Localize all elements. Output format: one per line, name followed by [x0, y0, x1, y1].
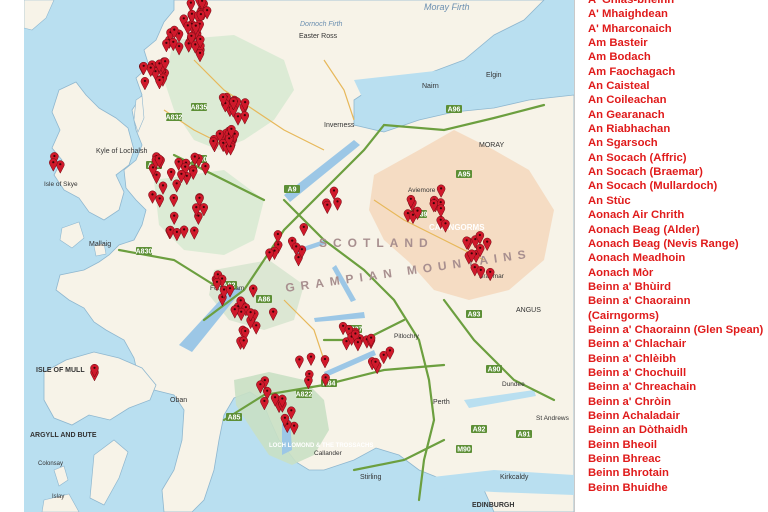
label-islay: Islay — [52, 494, 64, 500]
svg-text:A830: A830 — [136, 249, 153, 256]
munro-link[interactable]: Beinn Bhreac — [584, 452, 764, 466]
munro-link[interactable]: Aonach Air Chrith — [584, 208, 764, 222]
label-st-andrews: St Andrews — [536, 415, 570, 422]
label-kyle: Kyle of Lochalsh — [96, 148, 147, 155]
label-inverness: Inverness — [324, 122, 355, 129]
munro-link[interactable]: Am Bodach — [584, 50, 764, 64]
munro-list: A' Ghlas-bheinn A' Mhaighdean A' Mharconai… — [584, 0, 764, 495]
label-mull: ISLE OF MULL — [36, 367, 85, 374]
label-stirling: Stirling — [360, 474, 382, 481]
label-kirkcaldy: Kirkcaldy — [500, 474, 529, 481]
munro-link[interactable]: A' Mharconaich — [584, 22, 764, 36]
road-number: A822 — [296, 390, 313, 399]
label-nairn: Nairn — [422, 83, 439, 90]
munro-link[interactable]: An Caisteal — [584, 79, 764, 93]
munro-link[interactable]: Beinn a' Chreachain — [584, 380, 764, 394]
road-number: A90 — [486, 365, 502, 374]
svg-text:A822: A822 — [296, 392, 313, 399]
munro-link[interactable]: An Sgarsoch — [584, 136, 764, 150]
label-dundee: Dundee — [502, 381, 525, 388]
munro-link[interactable]: Beinn a' Chaorainn (Cairngorms) — [584, 294, 764, 323]
label-elgin: Elgin — [486, 72, 502, 79]
munro-link[interactable]: Beinn a' Chochuill — [584, 366, 764, 380]
munro-link[interactable]: Beinn Bhuidhe — [584, 481, 764, 495]
svg-text:M90: M90 — [457, 447, 471, 454]
label-easter-ross: Easter Ross — [299, 33, 338, 40]
label-argyll: ARGYLL AND BUTE — [30, 432, 97, 439]
label-moray: MORAY — [479, 142, 504, 149]
svg-text:A9: A9 — [288, 187, 297, 194]
munro-link[interactable]: Am Basteir — [584, 36, 764, 50]
munro-link[interactable]: An Riabhachan — [584, 122, 764, 136]
map-canvas[interactable]: SCOTLAND GRAMPIAN MOUNTAINS Kyle of Loch… — [24, 0, 574, 512]
svg-text:A86: A86 — [258, 297, 271, 304]
munro-link[interactable]: Beinn a' Chlèibh — [584, 352, 764, 366]
munro-link[interactable]: A' Mhaighdean — [584, 7, 764, 21]
svg-text:A832: A832 — [166, 115, 183, 122]
munro-link[interactable]: An Socach (Mullardoch) — [584, 179, 764, 193]
road-number: A86 — [256, 295, 272, 304]
munro-link[interactable]: A' Ghlas-bheinn — [584, 0, 764, 7]
label-cairngorms: CAIRNGORMS — [429, 223, 485, 232]
road-number: M90 — [456, 445, 472, 454]
road-number: A9 — [284, 185, 300, 194]
munro-link[interactable]: Aonach Beag (Alder) — [584, 223, 764, 237]
map-panel[interactable]: SCOTLAND GRAMPIAN MOUNTAINS Kyle of Loch… — [24, 0, 575, 512]
svg-text:A91: A91 — [518, 432, 531, 439]
road-number: A830 — [136, 247, 153, 256]
road-number: A85 — [226, 413, 242, 422]
label-dornoch: Dornoch Firth — [300, 21, 343, 28]
munro-link[interactable]: Beinn a' Chaorainn (Glen Spean) — [584, 323, 764, 337]
munro-link[interactable]: An Stùc — [584, 194, 764, 208]
label-skye: Isle of Skye — [44, 181, 78, 188]
label-oban: Oban — [170, 397, 187, 404]
munro-link[interactable]: Beinn a' Chlachair — [584, 337, 764, 351]
road-number: A832 — [166, 113, 183, 122]
road-number: A835 — [191, 103, 208, 112]
munro-link[interactable]: An Coileachan — [584, 93, 764, 107]
munro-link[interactable]: Beinn Achaladair — [584, 409, 764, 423]
label-edinburgh: EDINBURGH — [472, 502, 514, 509]
label-mallaig: Mallaig — [89, 241, 111, 248]
munro-link[interactable]: Beinn Bhrotain — [584, 466, 764, 480]
svg-text:A95: A95 — [458, 172, 471, 179]
label-trossachs: LOCH LOMOND & THE TROSSACHS — [269, 443, 373, 449]
munro-link[interactable]: An Gearanach — [584, 108, 764, 122]
munro-sidebar[interactable]: A' Ghlas-bheinn A' Mhaighdean A' Mharconai… — [584, 0, 764, 512]
munro-link[interactable]: Beinn Bheoil — [584, 438, 764, 452]
munro-link[interactable]: An Socach (Affric) — [584, 151, 764, 165]
label-perth: Perth — [433, 399, 450, 406]
road-number: A92 — [471, 425, 487, 434]
label-angus: ANGUS — [516, 307, 541, 314]
munro-link[interactable]: Beinn a' Chròin — [584, 395, 764, 409]
road-number: A96 — [446, 105, 462, 114]
label-aviemore: Aviemore — [408, 187, 436, 194]
munro-link[interactable]: Aonach Meadhoin — [584, 251, 764, 265]
svg-text:A92: A92 — [473, 427, 486, 434]
munro-link[interactable]: Beinn a' Bhùird — [584, 280, 764, 294]
munro-link[interactable]: Aonach Mòr — [584, 266, 764, 280]
road-number: A93 — [466, 310, 482, 319]
munro-link[interactable]: Am Faochagach — [584, 65, 764, 79]
label-pitlochry: Pitlochry — [394, 333, 420, 340]
label-moray-firth: Moray Firth — [424, 2, 470, 12]
road-number: A91 — [516, 430, 532, 439]
label-callander: Callander — [314, 450, 343, 457]
label-scotland: SCOTLAND — [319, 236, 434, 250]
label-colonsay: Colonsay — [38, 461, 63, 467]
munro-link[interactable]: An Socach (Braemar) — [584, 165, 764, 179]
svg-text:A96: A96 — [448, 107, 461, 114]
munro-link[interactable]: Aonach Beag (Nevis Range) — [584, 237, 764, 251]
svg-text:A85: A85 — [228, 415, 241, 422]
svg-text:A90: A90 — [488, 367, 501, 374]
svg-text:A835: A835 — [191, 105, 208, 112]
road-number: A95 — [456, 170, 472, 179]
munro-link[interactable]: Beinn an Dòthaidh — [584, 423, 764, 437]
svg-text:A93: A93 — [468, 312, 481, 319]
